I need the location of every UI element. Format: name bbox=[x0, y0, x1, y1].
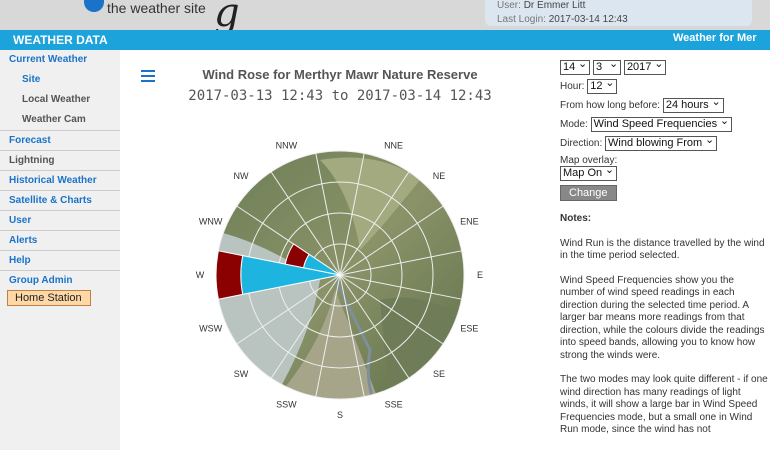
rose-bar-w-band-1[interactable] bbox=[215, 250, 244, 300]
main-content: NNW NNE NE ENE E ESE SE SSE S SSW SW WSW W WNW NW Wind… bbox=[120, 50, 770, 450]
sidebar-item-satellite-charts[interactable]: Satellite & Charts bbox=[0, 190, 120, 210]
direction-label-nnw: NNW bbox=[276, 141, 298, 151]
direction-label-ne: NE bbox=[433, 171, 446, 181]
site-header: the weather site g User: Dr Emmer Litt L… bbox=[0, 0, 770, 36]
sidebar-item-forecast[interactable]: Forecast bbox=[0, 130, 120, 150]
sidebar-item-site[interactable]: Site bbox=[0, 70, 120, 90]
chart-title: Wind Rose for Merthyr Mawr Nature Reserv… bbox=[202, 67, 478, 82]
direction-label-sse: SSE bbox=[385, 399, 403, 409]
notes-speed-freq: Wind Speed Frequencies show you the numb… bbox=[560, 274, 765, 361]
hour-label: Hour: bbox=[560, 81, 585, 93]
login-label: Last Login: bbox=[497, 14, 546, 25]
overlay-select[interactable]: Map On bbox=[560, 163, 618, 181]
notes-wind-run: Wind Run is the distance travelled by th… bbox=[560, 237, 765, 262]
direction-label-e: E bbox=[477, 270, 483, 280]
notes-heading: Notes: bbox=[560, 213, 592, 224]
direction-label-ese: ESE bbox=[460, 324, 478, 334]
sidebar-item-alerts[interactable]: Alerts bbox=[0, 230, 120, 250]
mode-label: Mode: bbox=[560, 119, 588, 131]
before-select[interactable]: 24 hours bbox=[662, 95, 724, 113]
sidebar-item-current-weather[interactable]: Current Weather bbox=[0, 50, 120, 70]
logo-text: the weather site bbox=[107, 0, 206, 16]
sidebar: WEATHER DATA Current Weather Site Local … bbox=[0, 30, 120, 450]
direction-label-ene: ENE bbox=[460, 216, 479, 226]
direction-label-w: W bbox=[196, 270, 205, 280]
change-button[interactable]: Change bbox=[560, 185, 617, 201]
direction-label-ssw: SSW bbox=[276, 399, 297, 409]
user-name: Dr Emmer Litt bbox=[523, 0, 586, 11]
station-title: Weather for Mer bbox=[673, 32, 757, 44]
direction-select[interactable]: Wind blowing From bbox=[605, 133, 718, 151]
overlay-label: Map overlay: bbox=[560, 155, 618, 166]
direction-label-nw: NW bbox=[234, 171, 249, 181]
day-select[interactable]: 14 bbox=[560, 57, 591, 75]
before-label: From how long before: bbox=[560, 100, 661, 112]
controls-form: 14 3 2017 Hour: 12 From how long before:… bbox=[560, 57, 770, 205]
direction-label: Direction: bbox=[560, 138, 603, 150]
sidebar-item-local-weather[interactable]: Local Weather bbox=[0, 90, 120, 110]
hour-select[interactable]: 12 bbox=[587, 76, 618, 94]
logo-icon bbox=[84, 0, 104, 12]
direction-label-s: S bbox=[337, 410, 343, 420]
sidebar-item-lightning[interactable]: Lightning bbox=[0, 150, 120, 170]
direction-label-sw: SW bbox=[234, 369, 249, 379]
direction-label-nne: NNE bbox=[384, 141, 403, 151]
direction-label-wnw: WNW bbox=[199, 216, 223, 226]
wind-rose-chart: NNW NNE NE ENE E ESE SE SSE S SSW SW WSW W WNW NW bbox=[196, 141, 483, 420]
mode-select[interactable]: Wind Speed Frequencies bbox=[590, 114, 733, 132]
direction-label-se: SE bbox=[433, 369, 445, 379]
notes-panel: Notes: Wind Run is the distance travelle… bbox=[560, 213, 770, 449]
sidebar-item-help[interactable]: Help bbox=[0, 250, 120, 270]
direction-label-wsw: WSW bbox=[199, 324, 222, 334]
sidebar-item-group-admin[interactable]: Group Admin bbox=[0, 270, 120, 290]
login-time: 2017-03-14 12:43 bbox=[548, 14, 628, 25]
home-station-button[interactable]: Home Station bbox=[7, 290, 91, 306]
user-info-box: User: Dr Emmer Litt Last Login: 2017-03-… bbox=[485, 0, 752, 26]
month-select[interactable]: 3 bbox=[593, 57, 622, 75]
year-select[interactable]: 2017 bbox=[623, 57, 667, 75]
user-label: User: bbox=[497, 0, 521, 11]
sidebar-item-user[interactable]: User bbox=[0, 210, 120, 230]
sidebar-item-historical-weather[interactable]: Historical Weather bbox=[0, 170, 120, 190]
notes-modes: The two modes may look quite different -… bbox=[560, 374, 768, 435]
sidebar-heading: WEATHER DATA bbox=[0, 30, 120, 50]
sidebar-item-weather-cam[interactable]: Weather Cam bbox=[0, 110, 120, 130]
chart-subtitle: 2017-03-13 12:43 to 2017-03-14 12:43 bbox=[188, 88, 492, 104]
